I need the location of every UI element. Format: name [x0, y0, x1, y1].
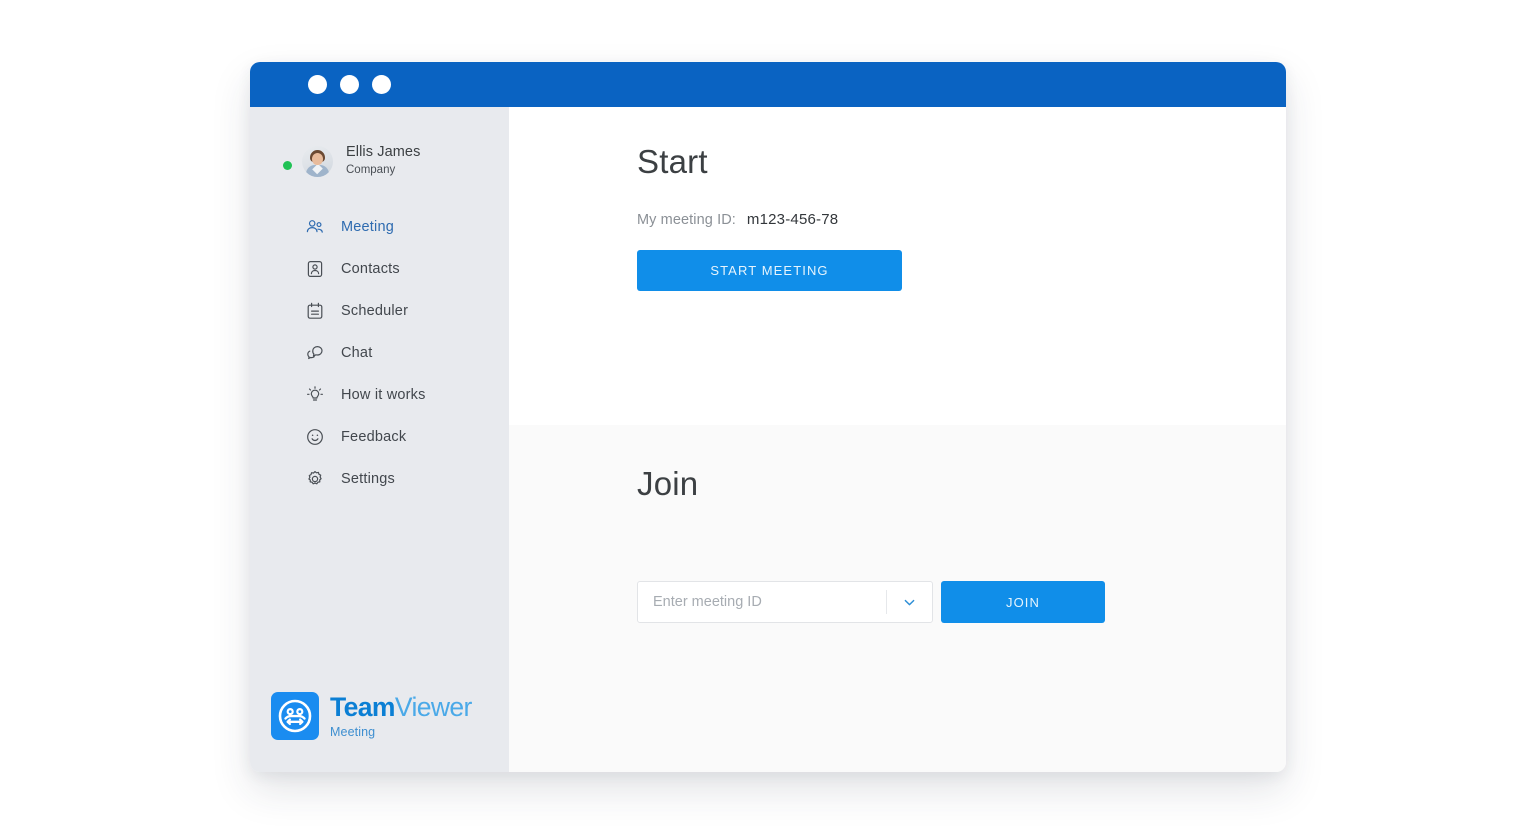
- start-panel: Start My meeting ID: m123-456-78 START M…: [509, 107, 1286, 425]
- chevron-down-icon[interactable]: [887, 582, 932, 622]
- join-row: JOIN: [637, 581, 1286, 623]
- gear-icon: [305, 469, 325, 489]
- sidebar-item-label: How it works: [341, 387, 426, 403]
- brand-word-team: Team: [330, 692, 395, 722]
- sidebar-item-scheduler[interactable]: Scheduler: [250, 290, 509, 332]
- chat-bubble-icon: [305, 343, 325, 363]
- sidebar-item-feedback[interactable]: Feedback: [250, 416, 509, 458]
- sidebar-item-meeting[interactable]: Meeting: [250, 206, 509, 248]
- meeting-id-value: m123-456-78: [746, 211, 839, 228]
- profile-block[interactable]: Ellis James Company: [250, 135, 509, 187]
- smiley-icon: [305, 427, 325, 447]
- profile-company: Company: [346, 163, 396, 176]
- calendar-icon: [305, 301, 325, 321]
- sidebar-item-label: Settings: [341, 471, 395, 487]
- brand-subtitle: Meeting: [330, 724, 376, 739]
- start-meeting-button[interactable]: START MEETING: [637, 250, 902, 291]
- sidebar: Ellis James Company Meeting Contacts Sch…: [250, 107, 509, 772]
- titlebar-dot-1[interactable]: [308, 75, 327, 94]
- meeting-id-label: My meeting ID:: [637, 212, 736, 228]
- sidebar-item-label: Feedback: [341, 429, 407, 445]
- brand-word-viewer: Viewer: [394, 692, 473, 722]
- meeting-id-combobox[interactable]: [637, 581, 933, 623]
- join-panel: Join JOIN: [509, 425, 1286, 772]
- sidebar-item-how-it-works[interactable]: How it works: [250, 374, 509, 416]
- titlebar-dot-3[interactable]: [372, 75, 391, 94]
- window-body: Ellis James Company Meeting Contacts Sch…: [250, 107, 1286, 772]
- sidebar-item-label: Meeting: [341, 219, 394, 235]
- brand-wordmark: TeamViewer: [330, 694, 472, 721]
- window-titlebar: [250, 62, 1286, 107]
- lightbulb-icon: [305, 385, 325, 405]
- sidebar-item-settings[interactable]: Settings: [250, 458, 509, 500]
- teamviewer-logo-icon: [271, 692, 319, 740]
- online-status-dot: [283, 161, 292, 170]
- contact-card-icon: [305, 259, 325, 279]
- main-content: Start My meeting ID: m123-456-78 START M…: [509, 107, 1286, 772]
- meeting-id-row: My meeting ID: m123-456-78: [637, 211, 1286, 228]
- start-title: Start: [637, 143, 708, 180]
- sidebar-nav: Meeting Contacts Scheduler Chat How it w…: [250, 206, 509, 500]
- profile-name: Ellis James: [346, 144, 421, 161]
- meeting-id-input[interactable]: [638, 594, 886, 610]
- titlebar-dot-2[interactable]: [340, 75, 359, 94]
- app-window: Ellis James Company Meeting Contacts Sch…: [250, 62, 1286, 772]
- sidebar-item-chat[interactable]: Chat: [250, 332, 509, 374]
- sidebar-item-label: Contacts: [341, 261, 400, 277]
- join-button[interactable]: JOIN: [941, 581, 1105, 623]
- teamviewer-brand: TeamViewer Meeting: [271, 692, 472, 740]
- people-icon: [305, 217, 325, 237]
- avatar: [302, 145, 333, 177]
- sidebar-item-label: Scheduler: [341, 303, 409, 319]
- sidebar-item-label: Chat: [341, 345, 373, 361]
- join-title: Join: [637, 465, 699, 502]
- sidebar-item-contacts[interactable]: Contacts: [250, 248, 509, 290]
